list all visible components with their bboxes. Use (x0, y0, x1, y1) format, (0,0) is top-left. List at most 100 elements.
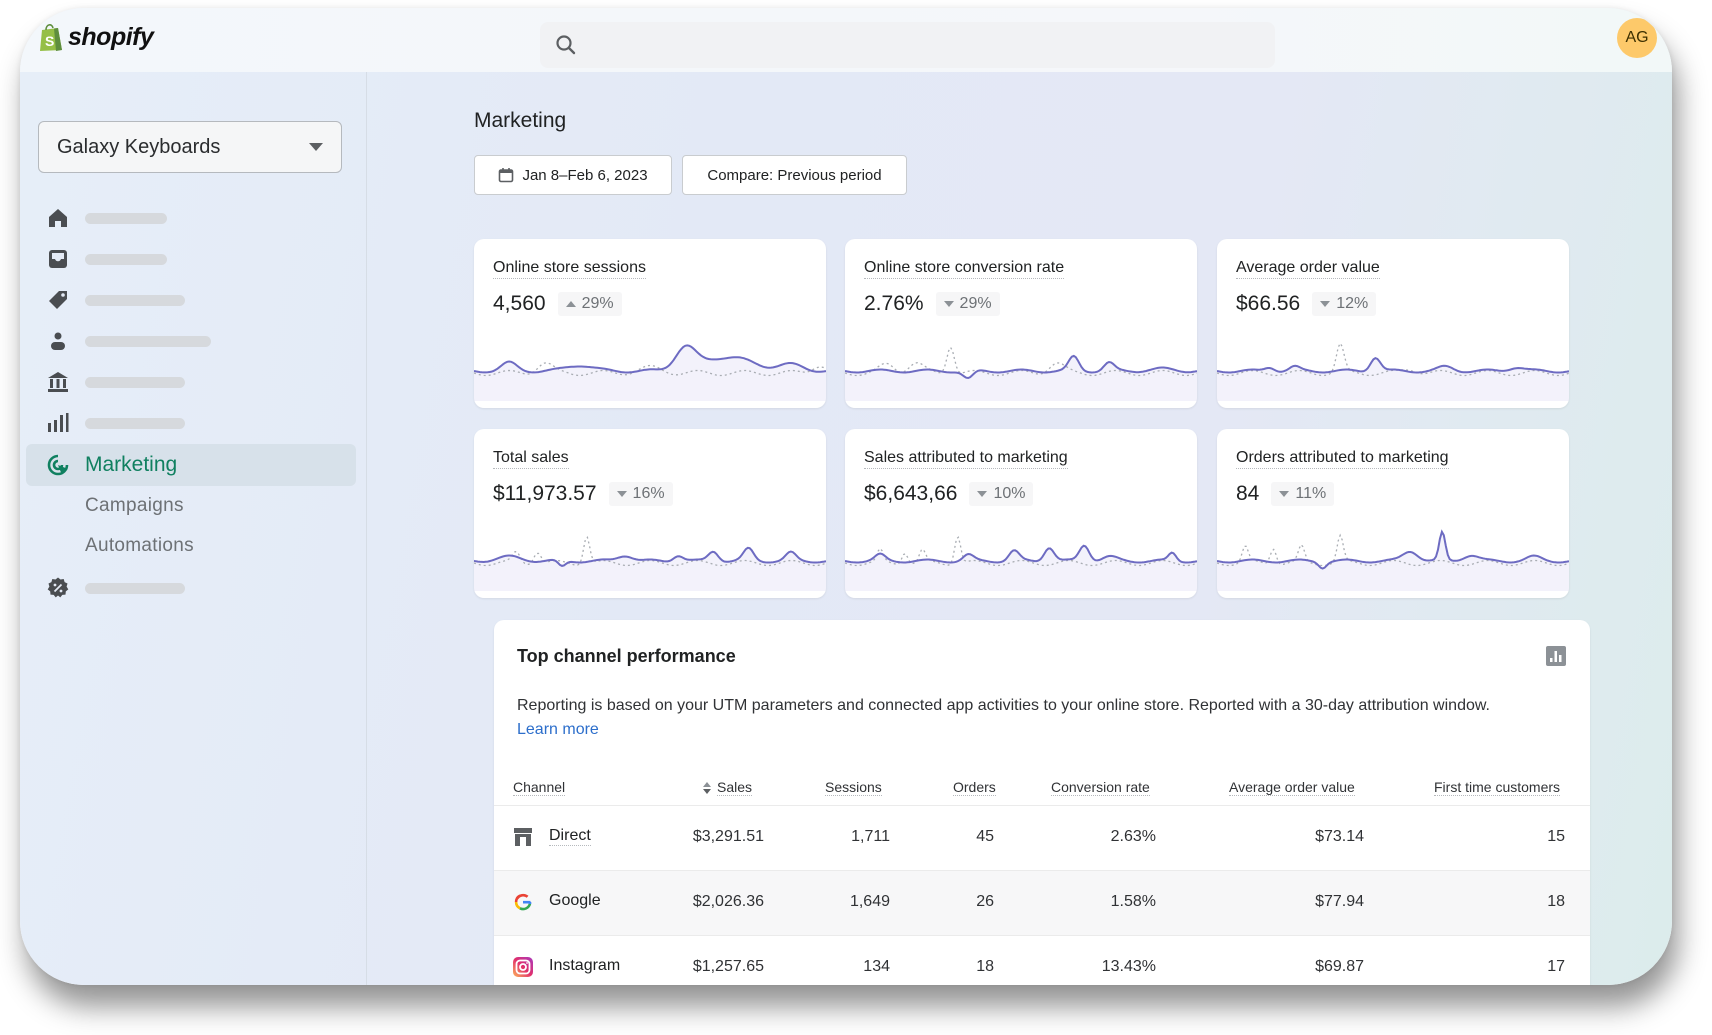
metric-delta-value: 12% (1336, 295, 1369, 312)
section-title: Top channel performance (517, 646, 736, 666)
search-icon (556, 35, 576, 55)
channel-name[interactable]: Google (549, 892, 601, 910)
metric-delta-value: 29% (581, 295, 614, 312)
arrow-down-icon (977, 491, 988, 497)
sparkline-area (845, 545, 1197, 591)
sidebar-item-orders[interactable] (20, 239, 366, 279)
date-range-label: Jan 8–Feb 6, 2023 (522, 166, 648, 184)
column-header-first-time-customers[interactable]: First time customers (1434, 779, 1561, 796)
shopify-logo[interactable]: S shopify (38, 22, 154, 52)
page-title: Marketing (474, 109, 567, 132)
metric-delta: 12% (1312, 292, 1377, 316)
sidebar-subitem-automations[interactable]: Automations (85, 535, 194, 557)
cell-orders: 26 (976, 893, 994, 910)
sidebar-item-marketing[interactable]: Marketing (20, 445, 366, 485)
sidebar-item-label-placeholder (85, 335, 211, 347)
metric-card[interactable]: Total sales $11,973.57 16% (474, 429, 826, 598)
metric-delta-value: 29% (959, 295, 992, 312)
cell-conversion-rate: 13.43% (1101, 958, 1156, 975)
sidebar-subitem-campaigns[interactable]: Campaigns (85, 495, 184, 517)
channel-name[interactable]: Direct (549, 827, 591, 846)
sidebar-item-label-placeholder (85, 376, 185, 388)
metric-delta-value: 16% (632, 485, 665, 502)
sidebar-item-label-placeholder (85, 582, 185, 594)
app-window: S shopify AG Galaxy Keyboards Marketing … (20, 8, 1672, 985)
main-content: Marketing Create campaign Jan 8–Feb 6, 2… (366, 72, 1672, 985)
sidebar-item-analytics[interactable] (20, 403, 366, 443)
chart-view-icon[interactable] (1546, 646, 1566, 666)
sparkline (474, 344, 826, 401)
sidebar-item-label: Marketing (85, 453, 178, 476)
caret-down-icon (309, 143, 323, 151)
user-avatar[interactable]: AG (1617, 18, 1657, 58)
table-row[interactable]: Direct $3,291.51 1,711 45 2.63% $73.14 1… (494, 805, 1590, 871)
learn-more-link[interactable]: Learn more (517, 721, 599, 738)
sidebar-item-label-placeholder (85, 253, 167, 265)
sidebar-item-discounts[interactable] (20, 568, 366, 608)
table-row[interactable]: Google $2,026.36 1,649 26 1.58% $77.94 1… (494, 870, 1590, 936)
metric-card[interactable]: Orders attributed to marketing 84 11% (1217, 429, 1569, 598)
cell-sessions: 134 (863, 958, 890, 975)
svg-text:S: S (45, 33, 54, 49)
sidebar-item-finances[interactable] (20, 362, 366, 402)
sparkline-area (1217, 358, 1569, 401)
sort-icon (703, 781, 711, 794)
compare-button[interactable]: Compare: Previous period (682, 155, 907, 195)
arrow-down-icon (1279, 491, 1290, 497)
cell-aov: $73.14 (1315, 828, 1364, 845)
top-channel-performance-card: Top channel performance Reporting is bas… (494, 620, 1590, 985)
column-header-channel[interactable]: Channel (513, 779, 566, 796)
sidebar-item-label-placeholder (85, 212, 167, 224)
column-header-aov[interactable]: Average order value (1229, 779, 1355, 796)
channel-name[interactable]: Instagram (549, 957, 620, 975)
sidebar: Galaxy Keyboards Marketing Campaigns Aut… (20, 72, 367, 985)
cell-conversion-rate: 2.63% (1110, 828, 1156, 845)
store-name: Galaxy Keyboards (57, 135, 221, 158)
search-input[interactable] (540, 22, 1275, 68)
metric-value: 2.76% (864, 292, 924, 315)
sidebar-item-products[interactable] (20, 280, 366, 320)
metric-value: $66.56 (1236, 292, 1301, 315)
arrow-down-icon (943, 301, 954, 307)
google-icon (514, 893, 532, 911)
sparkline (474, 536, 826, 591)
cell-sessions: 1,649 (849, 893, 890, 910)
metric-title: Orders attributed to marketing (1236, 449, 1449, 469)
metric-value: 84 (1236, 482, 1260, 505)
arrow-down-icon (1320, 301, 1331, 307)
sidebar-item-customers[interactable] (20, 321, 366, 361)
section-description: Reporting is based on your UTM parameter… (517, 694, 1567, 742)
date-range-button[interactable]: Jan 8–Feb 6, 2023 (474, 155, 672, 195)
sidebar-item-home[interactable] (20, 198, 366, 238)
sidebar-item-label-placeholder (85, 294, 185, 306)
bank-icon (48, 372, 68, 392)
store-selector[interactable]: Galaxy Keyboards (38, 121, 342, 173)
brand-name: shopify (68, 22, 154, 51)
cell-aov: $69.87 (1315, 958, 1364, 975)
metric-card[interactable]: Sales attributed to marketing $6,643,66 … (845, 429, 1197, 598)
calendar-icon (499, 168, 514, 183)
column-header-orders[interactable]: Orders (953, 779, 996, 796)
cell-first-time-customers: 15 (1547, 828, 1565, 845)
analytics-icon (48, 413, 69, 432)
table-row[interactable]: Instagram $1,257.65 134 18 13.43% $69.87… (494, 935, 1590, 985)
arrow-down-icon (616, 491, 627, 497)
sparkline (845, 536, 1197, 591)
metric-card[interactable]: Average order value $66.56 12% (1217, 239, 1569, 408)
column-header-conversion-rate[interactable]: Conversion rate (1051, 779, 1150, 796)
metric-delta-value: 11% (1295, 485, 1327, 502)
metric-value: $6,643,66 (864, 482, 958, 505)
cell-first-time-customers: 17 (1547, 958, 1565, 975)
metric-delta: 10% (969, 482, 1034, 506)
metric-card[interactable]: Online store conversion rate 2.76% 29% (845, 239, 1197, 408)
column-header-sales[interactable]: Sales (703, 779, 753, 796)
sparkline-area (845, 355, 1197, 401)
inbox-icon (49, 250, 67, 268)
sparkline (845, 346, 1197, 401)
metric-value: $11,973.57 (493, 482, 597, 505)
metric-card[interactable]: Online store sessions 4,560 29% (474, 239, 826, 408)
metric-delta: 29% (935, 292, 1000, 316)
column-header-sessions[interactable]: Sessions (825, 779, 882, 796)
column-header-label: Sales (717, 779, 753, 796)
metric-delta: 11% (1271, 482, 1335, 506)
